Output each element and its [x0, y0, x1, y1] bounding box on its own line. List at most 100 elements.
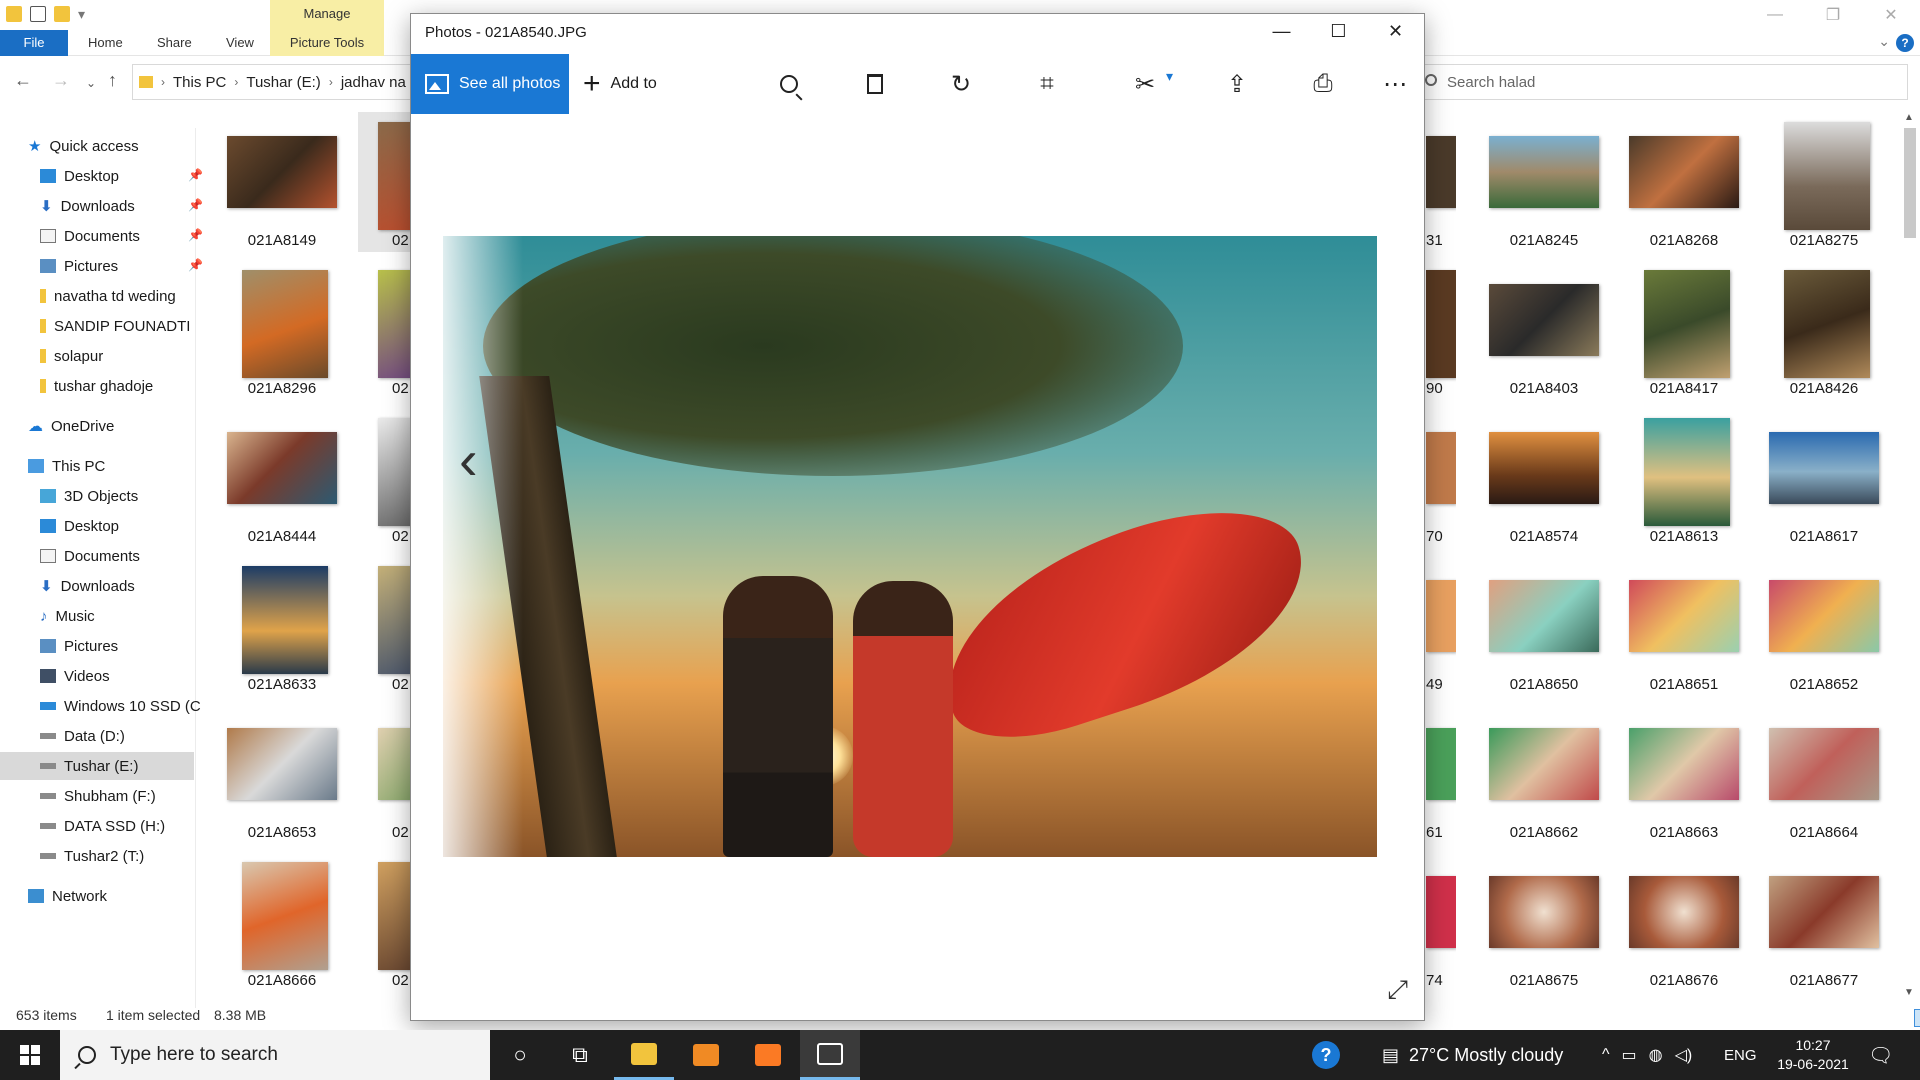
file-thumbnail[interactable]: 021A8245 [1474, 112, 1600, 252]
explorer-search-input[interactable]: Search halad [1420, 64, 1908, 100]
nav-item-3d-objects[interactable]: 3D Objects [40, 482, 138, 510]
nav-item-music[interactable]: ♪ Music [40, 602, 95, 630]
file-thumbnail-partial[interactable]: 90 [1426, 260, 1456, 400]
clock[interactable]: 10:27 19-06-2021 [1770, 1036, 1856, 1074]
crop-button[interactable]: ⌗ [1029, 66, 1065, 102]
scrollbar-thumb[interactable] [1904, 128, 1916, 238]
nav-item-drive[interactable]: Shubham (F:) [40, 782, 156, 810]
file-thumbnail[interactable]: 021A8653 [212, 704, 338, 844]
minimize-icon[interactable]: — [1253, 14, 1310, 48]
properties-icon[interactable] [30, 6, 46, 22]
nav-item-desktop[interactable]: Desktop 📌 [40, 162, 203, 190]
breadcrumb-this-pc[interactable]: This PC [173, 74, 226, 91]
close-icon[interactable]: ✕ [1862, 0, 1920, 30]
network-globe-icon[interactable]: ◍ [1649, 1045, 1663, 1065]
recent-locations-icon[interactable]: ⌄ [86, 76, 96, 90]
nav-item-pictures[interactable]: Pictures [40, 632, 118, 660]
tab-view[interactable]: View [226, 30, 254, 56]
file-thumbnail-partial[interactable]: 74 [1426, 852, 1456, 992]
add-to-button[interactable]: + Add to [583, 54, 657, 114]
delete-button[interactable] [857, 66, 893, 102]
file-thumbnail[interactable]: 021A8663 [1614, 704, 1740, 844]
nav-quick-access[interactable]: ★ Quick access [28, 132, 139, 160]
photo-viewer-image[interactable] [443, 236, 1377, 857]
tab-share[interactable]: Share [157, 30, 192, 56]
file-thumbnail-partial[interactable]: 61 [1426, 704, 1456, 844]
nav-item-pictures[interactable]: Pictures 📌 [40, 252, 203, 280]
file-thumbnail[interactable]: 021A8149 [212, 112, 338, 252]
battery-icon[interactable]: ▭ [1622, 1045, 1637, 1065]
taskbar-file-explorer[interactable] [614, 1030, 674, 1080]
nav-item-folder[interactable]: tushar ghadoje [40, 372, 153, 400]
file-thumbnail[interactable]: 021A8444 [212, 408, 338, 548]
close-icon[interactable]: ✕ [1367, 14, 1424, 48]
file-thumbnail[interactable]: 021A8662 [1474, 704, 1600, 844]
chevron-up-icon[interactable]: ^ [1602, 1046, 1610, 1064]
volume-icon[interactable]: ◁) [1675, 1045, 1693, 1065]
file-thumbnail[interactable]: 021A8652 [1754, 556, 1880, 696]
chevron-right-icon[interactable]: › [329, 75, 333, 89]
chevron-right-icon[interactable]: › [161, 75, 165, 89]
file-thumbnail[interactable]: 021A8650 [1474, 556, 1600, 696]
back-icon[interactable]: ← [14, 70, 32, 91]
file-thumbnail[interactable]: 021A8666 [212, 852, 338, 992]
expand-ribbon-icon[interactable]: ⌄ [1878, 33, 1890, 50]
breadcrumb-folder[interactable]: jadhav na [341, 74, 406, 91]
minimize-icon[interactable]: — [1746, 0, 1804, 30]
up-icon[interactable]: ↑ [108, 70, 117, 91]
previous-photo-icon[interactable]: ‹ [459, 432, 478, 488]
nav-this-pc[interactable]: This PC [28, 452, 105, 480]
chevron-right-icon[interactable]: › [234, 75, 238, 89]
nav-item-downloads[interactable]: ⬇ Downloads [40, 572, 135, 600]
file-thumbnail[interactable]: 021A8574 [1474, 408, 1600, 548]
file-thumbnail[interactable]: 021A8613 [1614, 408, 1740, 548]
file-thumbnail[interactable]: 021A8275 [1754, 112, 1880, 252]
file-thumbnail[interactable]: 021A8296 [212, 260, 338, 400]
nav-item-videos[interactable]: Videos [40, 662, 110, 690]
restore-icon[interactable]: ❐ [1804, 0, 1862, 30]
nav-item-drive[interactable]: DATA SSD (H:) [40, 812, 165, 840]
tab-picture-tools[interactable]: Picture Tools [270, 30, 384, 56]
nav-item-folder[interactable]: navatha td weding [40, 282, 176, 310]
scroll-down-icon[interactable]: ▼ [1904, 987, 1914, 998]
see-all-photos-button[interactable]: See all photos [411, 54, 569, 114]
tab-home[interactable]: Home [88, 30, 123, 56]
file-thumbnail-partial[interactable]: 70 [1426, 408, 1456, 548]
file-thumbnail[interactable]: 021A8633 [212, 556, 338, 696]
share-button[interactable]: ⇪ [1219, 66, 1255, 102]
nav-item-documents[interactable]: Documents 📌 [40, 222, 203, 250]
customize-toolbar-icon[interactable]: ▾ [78, 6, 85, 22]
tab-file[interactable]: File [0, 30, 68, 56]
start-button[interactable] [0, 1030, 60, 1080]
file-thumbnail[interactable]: 021A8403 [1474, 260, 1600, 400]
address-bar[interactable]: › This PC › Tushar (E:) › jadhav na [132, 64, 412, 100]
nav-onedrive[interactable]: ☁ OneDrive [28, 412, 114, 440]
zoom-button[interactable] [771, 66, 807, 102]
taskbar-sublime-text[interactable] [676, 1030, 736, 1080]
manage-context-tab[interactable]: Manage [270, 0, 384, 30]
nav-item-drive[interactable]: Windows 10 SSD (C [40, 692, 201, 720]
vertical-scrollbar[interactable]: ▲ ▼ [1900, 110, 1920, 1000]
file-thumbnail[interactable]: 021A8268 [1614, 112, 1740, 252]
taskbar-photos[interactable] [800, 1030, 860, 1080]
file-thumbnail[interactable]: 021A8677 [1754, 852, 1880, 992]
maximize-icon[interactable]: ☐ [1310, 14, 1367, 48]
nav-item-folder[interactable]: solapur [40, 342, 103, 370]
nav-item-drive[interactable]: Data (D:) [40, 722, 125, 750]
language-indicator[interactable]: ENG [1724, 1030, 1757, 1080]
edit-button[interactable]: ✂ [1127, 66, 1173, 102]
breadcrumb-drive[interactable]: Tushar (E:) [246, 74, 320, 91]
cortana-button[interactable]: ○ [490, 1030, 550, 1080]
file-thumbnail[interactable]: 021A8651 [1614, 556, 1740, 696]
weather-widget[interactable]: ▤ 27°C Mostly cloudy [1382, 1030, 1563, 1080]
task-view-button[interactable]: ⧉ [550, 1030, 610, 1080]
file-thumbnail-partial[interactable]: 49 [1426, 556, 1456, 696]
file-thumbnail[interactable]: 021A8664 [1754, 704, 1880, 844]
help-tray-icon[interactable]: ? [1312, 1030, 1340, 1080]
new-folder-icon[interactable] [54, 6, 70, 22]
nav-item-downloads[interactable]: ⬇ Downloads 📌 [40, 192, 203, 220]
folder-icon[interactable] [6, 6, 22, 22]
taskbar-xampp[interactable] [738, 1030, 798, 1080]
nav-network[interactable]: Network [28, 882, 107, 910]
file-thumbnail[interactable]: 021A8676 [1614, 852, 1740, 992]
